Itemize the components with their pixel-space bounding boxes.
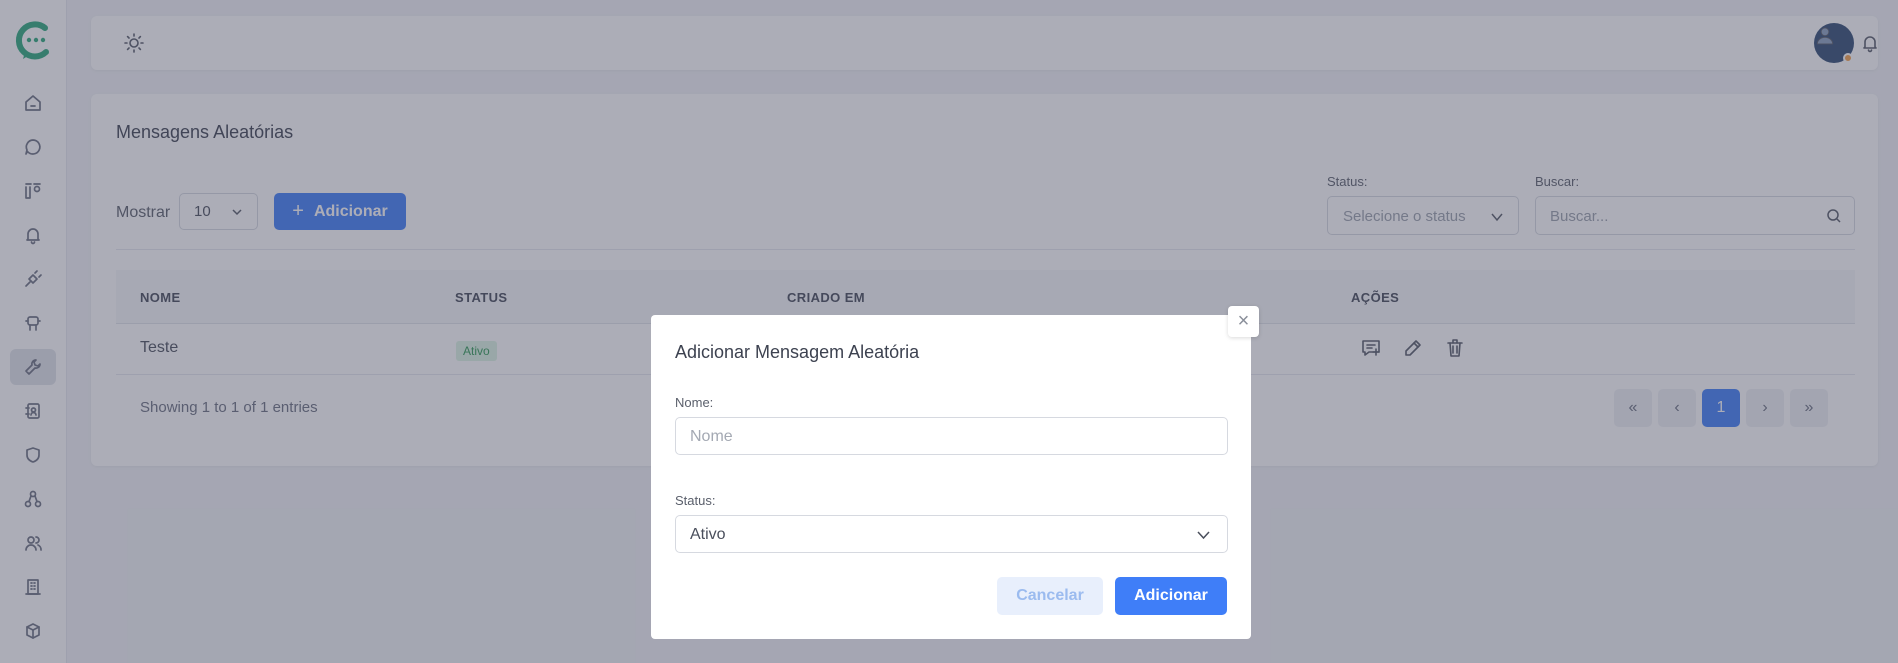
- cancel-button[interactable]: Cancelar: [997, 577, 1103, 615]
- status-label: Status:: [675, 493, 716, 508]
- close-button[interactable]: ×: [1228, 306, 1259, 337]
- name-placeholder: Nome: [690, 428, 733, 445]
- status-value: Ativo: [690, 526, 726, 543]
- modal-title: Adicionar Mensagem Aleatória: [675, 342, 920, 362]
- status-select[interactable]: Ativo: [675, 515, 1228, 553]
- name-input[interactable]: Nome: [675, 417, 1228, 455]
- close-icon: ×: [1237, 310, 1250, 332]
- name-label: Nome:: [675, 395, 714, 410]
- submit-button[interactable]: Adicionar: [1115, 577, 1227, 615]
- chevron-down-icon: [1197, 531, 1210, 540]
- add-random-message-modal: Adicionar Mensagem Aleatória Nome: Nome …: [651, 315, 1251, 639]
